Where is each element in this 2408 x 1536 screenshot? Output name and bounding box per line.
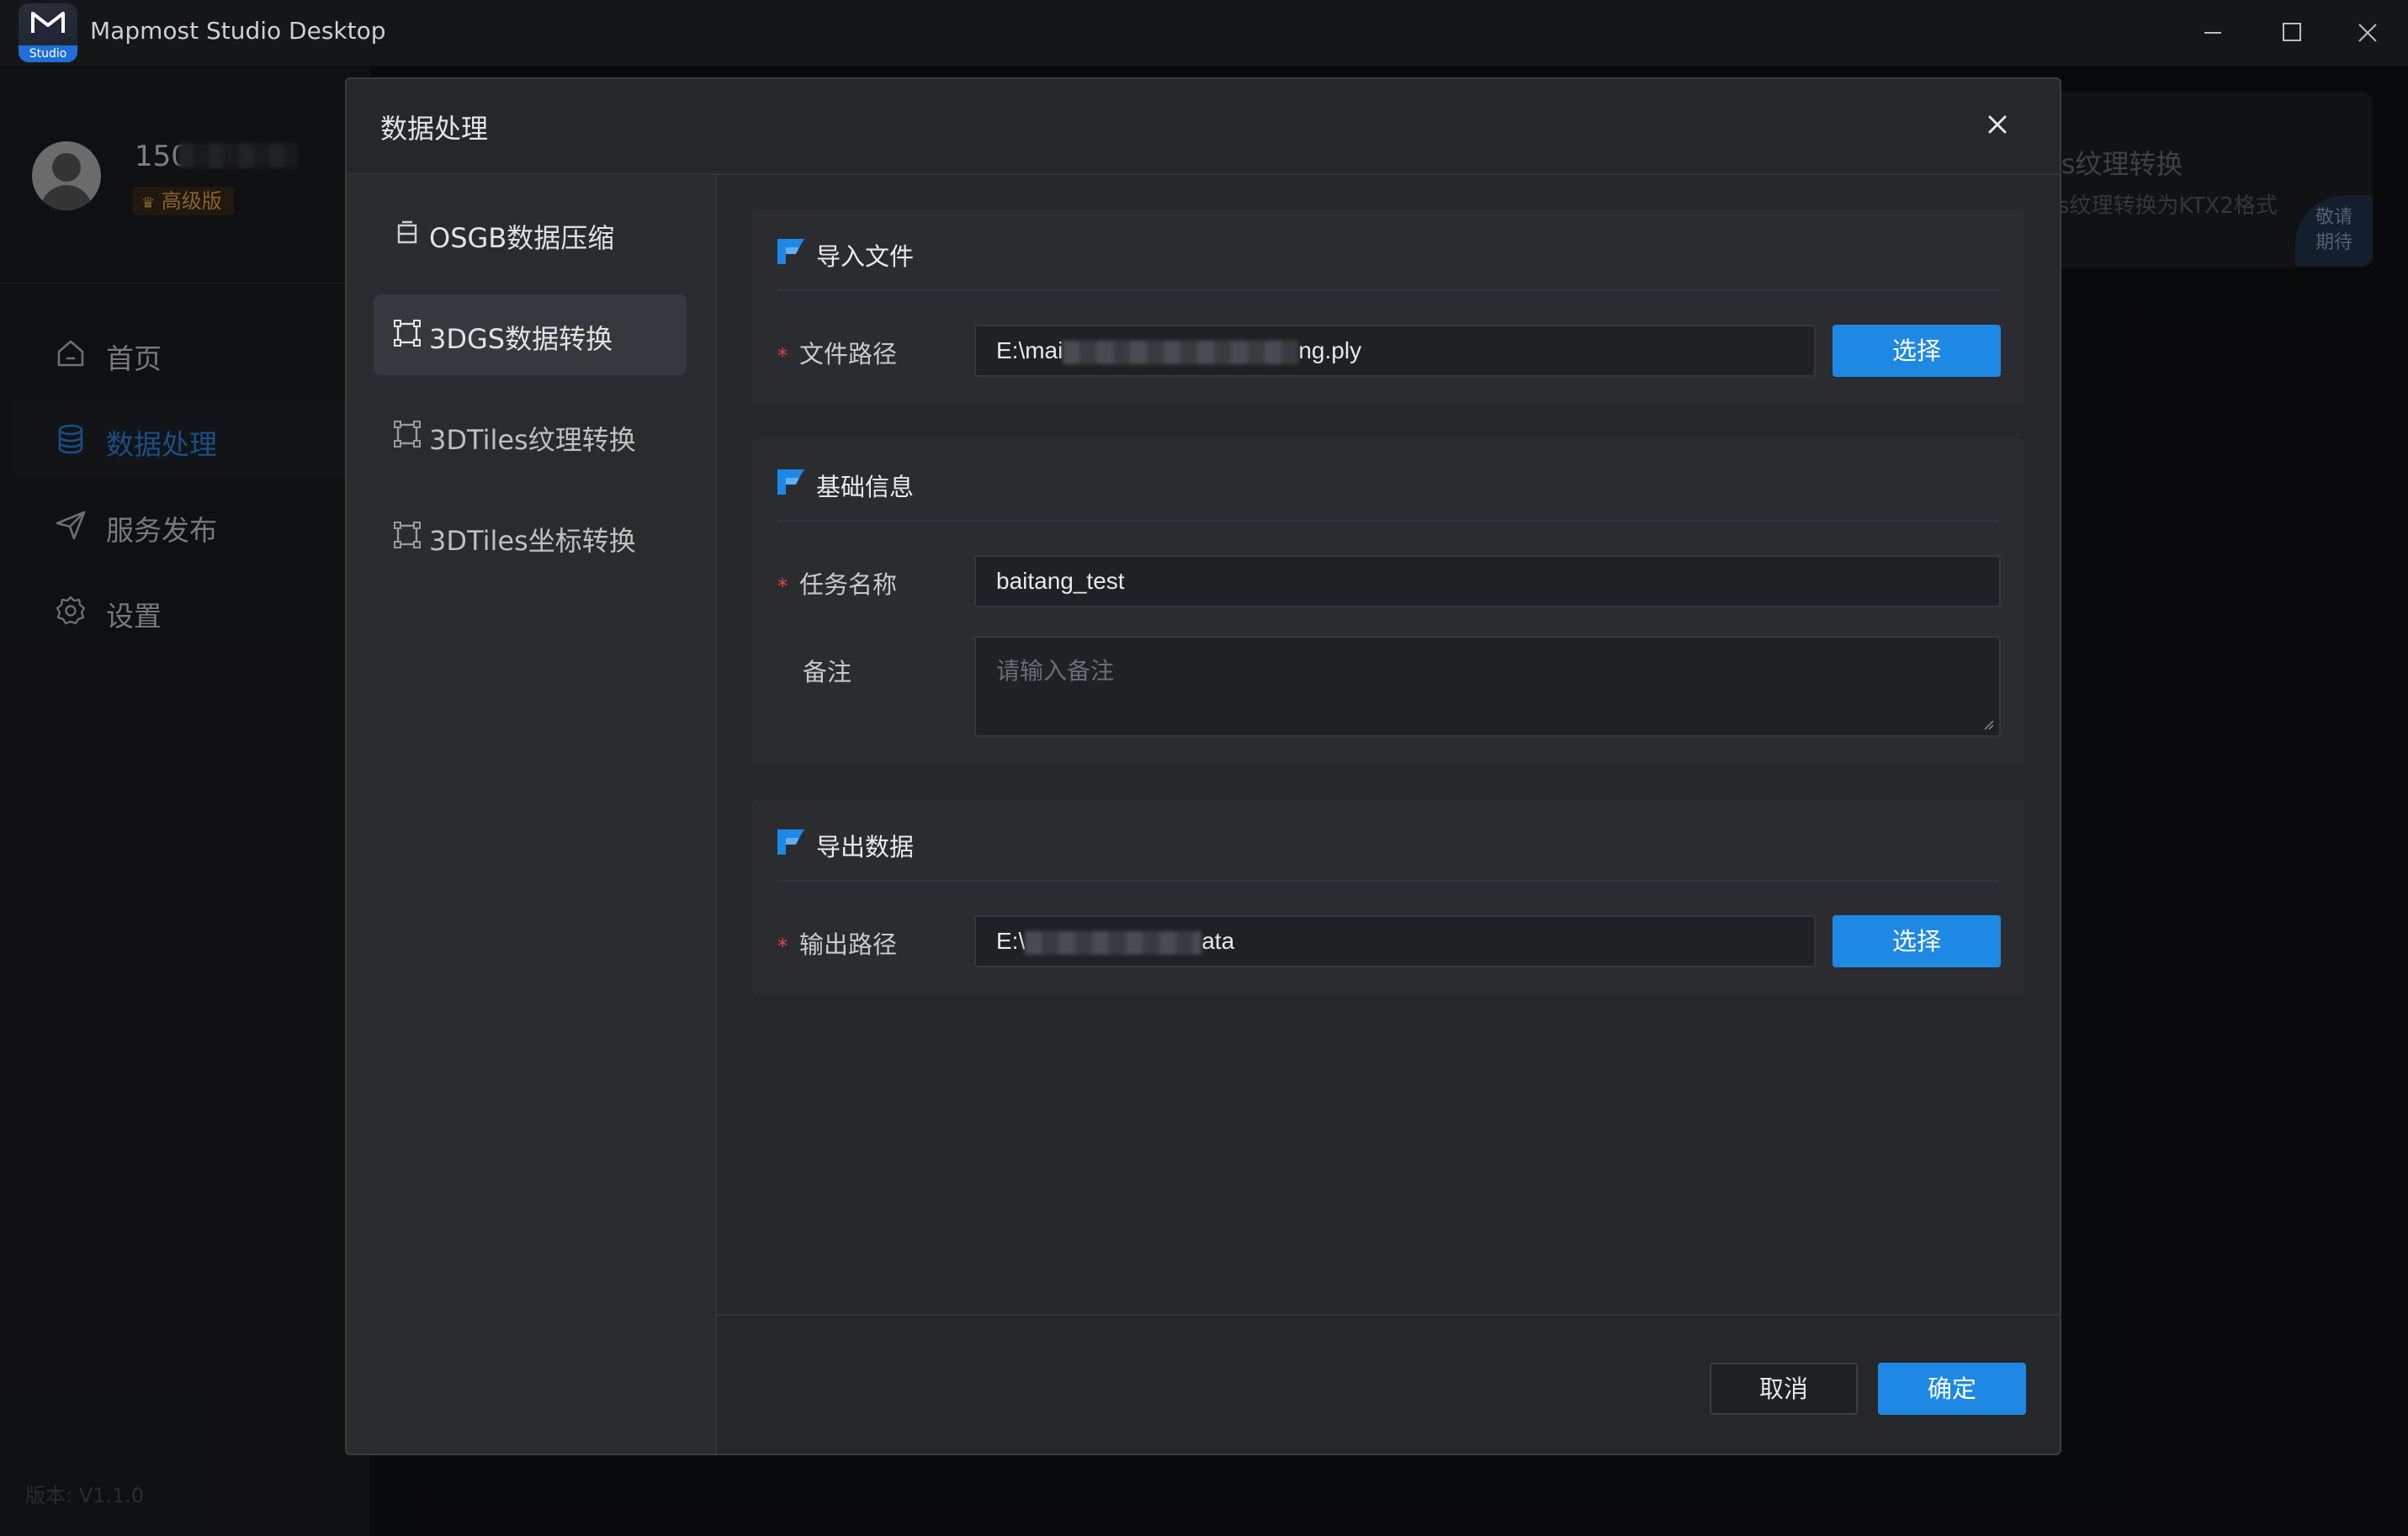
frame-icon [394, 421, 421, 448]
output-path-start: E:\ [996, 928, 1026, 954]
section-divider [777, 520, 1999, 522]
required-mark: * [777, 935, 788, 958]
output-path-label: * 输出路径 [777, 925, 897, 961]
dialog-close-icon[interactable] [1979, 106, 2016, 143]
menu-item-label: 3DTiles坐标转换 [429, 525, 636, 557]
output-path-label-text: 输出路径 [799, 930, 898, 959]
dialog-menu: OSGB数据压缩 3DGS数据转换 3DTiles纹理转换 3DTiles坐标转… [347, 175, 717, 1454]
data-processing-dialog: 数据处理 OSGB数据压缩 3DGS数据转换 3DTiles纹理转换 3DTil… [345, 77, 2061, 1455]
redacted-text [1063, 340, 1299, 364]
import-section: 导入文件 * 文件路径 E:\mai ng.ply 选择 [752, 209, 2024, 404]
dialog-form: 导入文件 * 文件路径 E:\mai ng.ply 选择 基础信息 * 任务名称 [717, 175, 2060, 1454]
section-flag-icon [777, 239, 804, 264]
output-path-input[interactable]: E:\ ata [974, 915, 1816, 967]
menu-item-3dgs-convert[interactable]: 3DGS数据转换 [374, 294, 687, 375]
note-placeholder: 请输入备注 [996, 658, 1115, 684]
menu-item-label: OSGB数据压缩 [429, 222, 615, 254]
menu-item-label: 3DGS数据转换 [429, 323, 613, 355]
redacted-text [1025, 930, 1202, 955]
task-name-input[interactable]: baitang_test [974, 555, 2001, 607]
choose-file-button[interactable]: 选择 [1833, 325, 2001, 377]
frame-icon [394, 522, 421, 548]
menu-item-3dtiles-coord[interactable]: 3DTiles坐标转换 [374, 496, 687, 577]
choose-output-button[interactable]: 选择 [1833, 915, 2001, 967]
cancel-button[interactable]: 取消 [1710, 1363, 1858, 1415]
maximize-icon [2283, 23, 2301, 41]
dialog-title: 数据处理 [380, 113, 489, 145]
maximize-button[interactable] [2267, 12, 2317, 54]
section-flag-icon [777, 829, 804, 855]
section-divider [777, 880, 1999, 882]
section-divider [777, 289, 1999, 291]
note-label: 备注 [803, 658, 852, 686]
note-textarea[interactable]: 请输入备注 [974, 636, 2001, 737]
task-name-label-text: 任务名称 [799, 570, 898, 599]
dialog-footer-divider [717, 1314, 2060, 1316]
export-section: 导出数据 * 输出路径 E:\ ata 选择 [752, 799, 2024, 994]
file-path-label-text: 文件路径 [799, 340, 898, 368]
mapmost-logo-icon [31, 12, 65, 33]
file-path-label: * 文件路径 [777, 335, 897, 370]
minimize-button[interactable] [2188, 12, 2238, 54]
menu-item-label: 3DTiles纹理转换 [429, 424, 636, 456]
minimize-icon [2204, 32, 2221, 34]
file-path-input[interactable]: E:\mai ng.ply [974, 325, 1816, 377]
file-path-start: E:\mai [996, 337, 1063, 363]
dialog-header: 数据处理 [347, 79, 2060, 175]
menu-item-osgb-compress[interactable]: OSGB数据压缩 [374, 193, 687, 274]
output-path-end: ata [1201, 928, 1235, 954]
app-logo: Studio [19, 3, 77, 62]
resize-grip-icon[interactable] [1982, 718, 1994, 730]
confirm-button[interactable]: 确定 [1878, 1363, 2026, 1415]
title-bar: Studio Mapmost Studio Desktop [0, 0, 2408, 66]
window-title: Mapmost Studio Desktop [90, 17, 386, 45]
basic-info-section: 基础信息 * 任务名称 baitang_test 备注 请输入备注 [752, 439, 2024, 764]
section-flag-icon [777, 469, 804, 495]
window-close-button[interactable] [2342, 12, 2393, 54]
required-mark: * [777, 344, 788, 368]
section-title: 导入文件 [816, 242, 915, 271]
section-title: 导出数据 [816, 833, 915, 861]
frame-icon [394, 320, 421, 347]
compress-icon [397, 220, 417, 244]
section-title: 基础信息 [816, 473, 915, 501]
close-icon [2358, 24, 2377, 42]
app-logo-label: Studio [19, 45, 77, 62]
file-path-end: ng.ply [1298, 337, 1362, 363]
required-mark: * [777, 575, 788, 598]
menu-item-3dtiles-texture[interactable]: 3DTiles纹理转换 [374, 395, 687, 476]
task-name-label: * 任务名称 [777, 565, 897, 601]
